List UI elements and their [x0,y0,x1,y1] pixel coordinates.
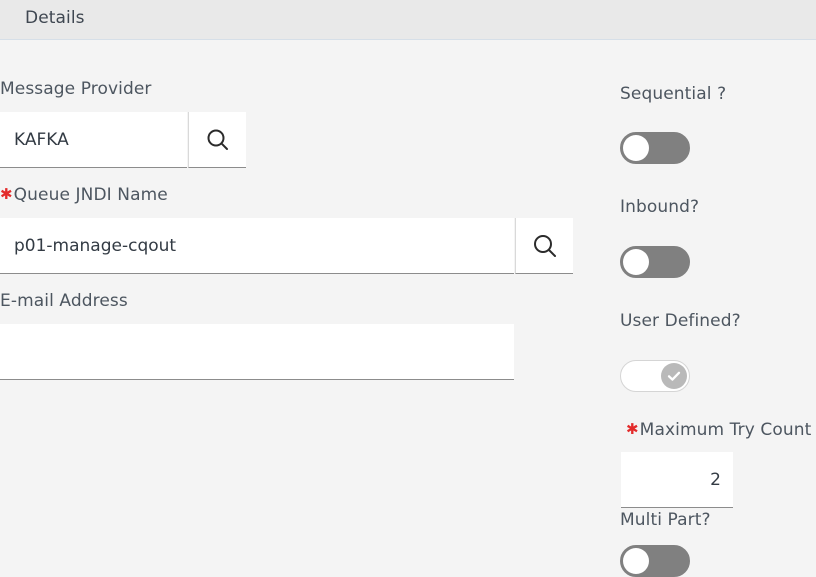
toggle-knob [623,135,649,161]
sequential-label: Sequential ? [620,84,726,104]
maximum-try-count-input[interactable] [621,452,733,508]
user-defined-toggle[interactable] [620,360,690,392]
multi-part-label: Multi Part? [620,510,711,530]
email-address-label: E-mail Address [0,291,128,311]
page-title: Details [25,8,85,28]
maximum-try-count-label-text: Maximum Try Count [640,420,812,440]
message-provider-input[interactable] [0,112,187,168]
toggle-knob [661,363,687,389]
message-provider-label: Message Provider [0,79,152,99]
multi-part-toggle[interactable] [620,545,690,577]
maximum-try-count-label: ✱Maximum Try Count [626,420,811,440]
queue-jndi-name-label: ✱Queue JNDI Name [0,185,168,205]
user-defined-label: User Defined? [620,311,741,331]
queue-jndi-name-label-text: Queue JNDI Name [14,185,168,205]
required-asterisk-icon: ✱ [0,185,13,203]
search-icon [529,230,561,262]
inbound-label: Inbound? [620,197,699,217]
email-address-input[interactable] [0,324,514,380]
queue-jndi-name-input[interactable] [0,218,514,274]
check-icon [665,367,683,385]
required-asterisk-icon: ✱ [626,420,639,438]
details-panel-header: Details [0,0,816,40]
toggle-knob [623,249,649,275]
search-icon [203,125,233,155]
queue-jndi-name-search-button[interactable] [515,218,573,274]
toggle-knob [623,548,649,574]
sequential-toggle[interactable] [620,132,690,164]
inbound-toggle[interactable] [620,246,690,278]
message-provider-search-button[interactable] [188,112,246,168]
